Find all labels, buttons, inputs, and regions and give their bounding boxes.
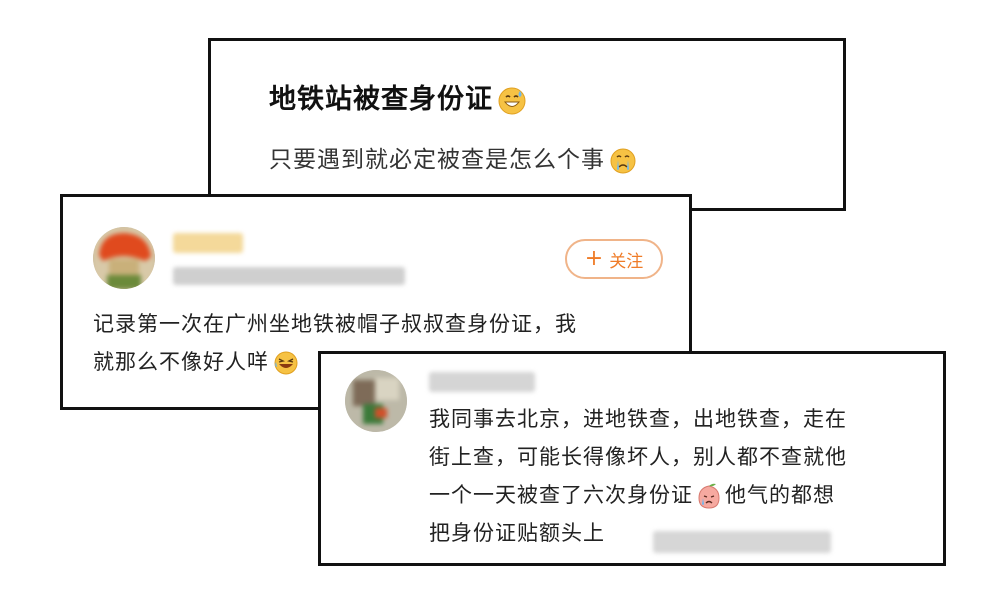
timestamp-blurred bbox=[653, 531, 831, 553]
comment-1-line-1: 记录第一次在广州坐地铁被帽子叔叔查身份证，我 bbox=[93, 312, 577, 336]
avatar[interactable] bbox=[345, 370, 407, 432]
username-blurred[interactable] bbox=[429, 372, 535, 392]
crying-emoji-icon bbox=[609, 147, 637, 175]
question-subtitle-text: 只要遇到就必定被查是怎么个事 bbox=[269, 147, 605, 173]
plus-icon: + bbox=[584, 246, 604, 271]
post-meta-blurred bbox=[173, 267, 405, 285]
comment-2-line-3-text-b: 他气的都想 bbox=[725, 483, 835, 507]
question-card: 地铁站被查身份证 只要遇到就必定被查是怎么个事 bbox=[208, 38, 846, 211]
comment-2-line-3-text-a: 一个一天被查了六次身份证 bbox=[429, 483, 693, 507]
comment-1-line-2-text: 就那么不像好人咩 bbox=[93, 350, 269, 374]
grinning-sweat-emoji-icon bbox=[497, 86, 527, 116]
peach-crying-emoji-icon bbox=[695, 482, 723, 510]
avatar[interactable] bbox=[93, 227, 155, 289]
question-title-text: 地铁站被查身份证 bbox=[269, 84, 493, 115]
comment-2-line-2: 街上查，可能长得像坏人，别人都不查就他 bbox=[429, 445, 847, 469]
comment-2-line-3: 一个一天被查了六次身份证 他气的都想 bbox=[429, 476, 929, 514]
follow-button[interactable]: + 关注 bbox=[565, 239, 663, 279]
question-subtitle: 只要遇到就必定被查是怎么个事 bbox=[269, 140, 637, 175]
username-blurred[interactable] bbox=[173, 233, 243, 253]
comment-2-text: 我同事去北京，进地铁查，出地铁查，走在 街上查，可能长得像坏人，别人都不查就他 … bbox=[429, 400, 929, 552]
comment-card-2: 我同事去北京，进地铁查，出地铁查，走在 街上查，可能长得像坏人，别人都不查就他 … bbox=[318, 351, 946, 566]
question-title: 地铁站被查身份证 bbox=[269, 77, 527, 116]
comment-2-line-1: 我同事去北京，进地铁查，出地铁查，走在 bbox=[429, 407, 847, 431]
follow-button-label: 关注 bbox=[609, 251, 644, 272]
laughing-crying-emoji-icon bbox=[273, 350, 299, 376]
